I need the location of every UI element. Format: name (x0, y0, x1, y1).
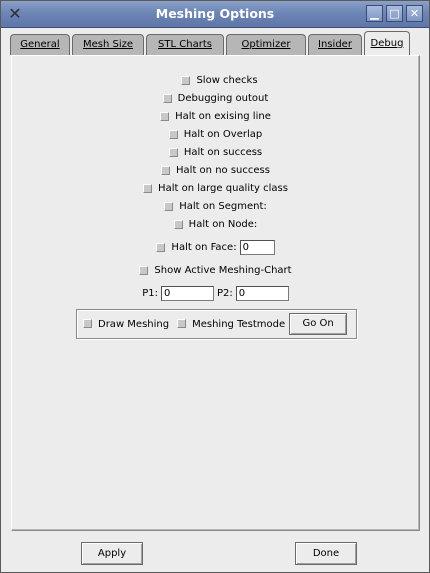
check-meshing-testmode[interactable]: Meshing Testmode (177, 319, 285, 330)
check-halt-on-segment[interactable]: Halt on Segment: (12, 198, 419, 214)
tab-mesh-size[interactable]: Mesh Size (72, 34, 144, 55)
check-halt-on-node[interactable]: Halt on Node: (12, 216, 419, 232)
check-debugging-output[interactable]: Debugging outout (12, 90, 419, 106)
face-input[interactable]: 0 (239, 239, 275, 255)
tab-debug[interactable]: Debug (364, 31, 410, 56)
title-bar[interactable]: ✕ Meshing Options ▁ □ ✕ (1, 1, 429, 28)
check-halt-on-success[interactable]: Halt on success (12, 144, 419, 160)
p-inputs-row: P1: 0 P2: 0 (12, 284, 419, 302)
checkbox[interactable] (168, 129, 178, 139)
debug-panel: Slow checks Debugging outout Halt on exi… (11, 55, 420, 531)
check-show-active-meshing-chart[interactable]: Show Active Meshing-Chart (12, 262, 419, 278)
checkbox[interactable] (168, 147, 178, 157)
check-halt-on-existing-line[interactable]: Halt on exising line (12, 108, 419, 124)
minimize-button[interactable]: ▁ (366, 5, 383, 22)
tab-stl-charts[interactable]: STL Charts (146, 34, 224, 55)
check-slow-checks[interactable]: Slow checks (12, 72, 419, 88)
tab-general[interactable]: General (10, 34, 70, 55)
checkbox[interactable] (156, 242, 166, 252)
check-halt-on-overlap[interactable]: Halt on Overlap (12, 126, 419, 142)
checkbox[interactable] (161, 165, 171, 175)
done-button[interactable]: Done (295, 542, 357, 565)
tab-insider[interactable]: Insider (308, 34, 362, 55)
checkbox[interactable] (160, 111, 170, 121)
checkbox[interactable] (83, 319, 92, 328)
window-title: Meshing Options (155, 6, 275, 21)
checkbox[interactable] (173, 219, 183, 229)
meshing-options-window: ✕ Meshing Options ▁ □ ✕ General Mesh Siz… (0, 0, 430, 573)
checkbox[interactable] (164, 201, 174, 211)
apply-button[interactable]: Apply (81, 542, 143, 565)
p1-input[interactable]: 0 (161, 285, 214, 301)
close-button[interactable]: ✕ (406, 5, 423, 22)
p1-label: P1: (142, 287, 158, 299)
checkbox[interactable] (143, 183, 153, 193)
check-halt-on-large-quality-class[interactable]: Halt on large quality class (12, 180, 419, 196)
check-draw-meshing[interactable]: Draw Meshing (83, 319, 169, 330)
checkbox[interactable] (162, 93, 172, 103)
tab-optimizer[interactable]: Optimizer (226, 34, 306, 55)
p2-label: P2: (217, 287, 233, 299)
p2-input[interactable]: 0 (235, 285, 289, 301)
checkbox[interactable] (181, 75, 191, 85)
go-on-button[interactable]: Go On (289, 313, 348, 335)
maximize-button[interactable]: □ (386, 5, 403, 22)
checkbox[interactable] (177, 319, 187, 328)
meshing-control-frame: Draw Meshing Meshing Testmode Go On (76, 309, 357, 339)
checkbox[interactable] (139, 265, 149, 275)
check-halt-on-face[interactable]: Halt on Face: 0 (12, 238, 419, 256)
check-halt-on-no-success[interactable]: Halt on no success (12, 162, 419, 178)
